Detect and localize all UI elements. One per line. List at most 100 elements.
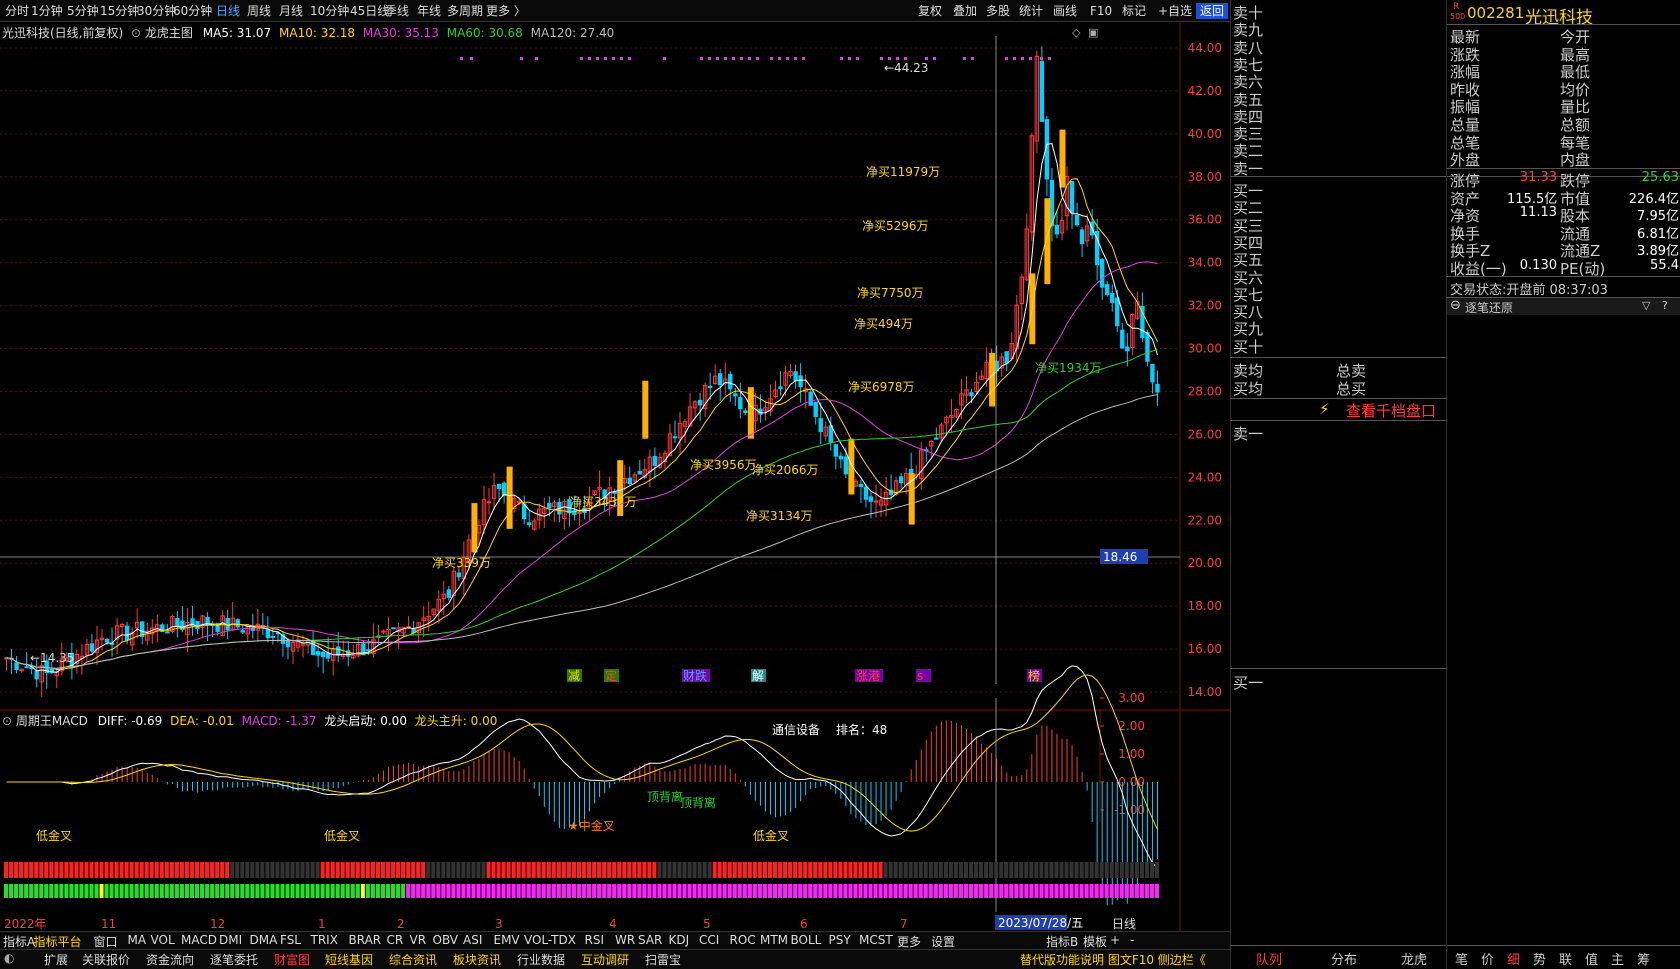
indicator-tab-27[interactable]: 更多 (897, 933, 921, 950)
toggle-icon[interactable]: ◐ (4, 951, 14, 965)
toolbar-btn-5[interactable]: F10 (1090, 3, 1112, 19)
period-tab-7[interactable]: 周线 (247, 3, 271, 19)
indicator-tab-18[interactable]: WR (615, 933, 635, 947)
kline-chart[interactable]: 44.0042.0040.0038.0036.0034.0032.0030.00… (0, 22, 1230, 932)
indicator-right-1[interactable]: 模板 (1083, 933, 1107, 950)
ext-tab-1[interactable]: 关联报价 (82, 951, 130, 968)
ext-tab-9[interactable]: 互动调研 (581, 951, 629, 968)
period-tab-10[interactable]: 45日线 (350, 3, 389, 19)
ext-tab-10[interactable]: 扫雷宝 (645, 951, 681, 968)
diamond-icon[interactable]: ◇ (1072, 26, 1081, 39)
ext-tab-7[interactable]: 板块资讯 (453, 951, 501, 968)
event-label[interactable]: 涨港 (856, 668, 880, 683)
event-label[interactable]: s (917, 669, 923, 683)
ext-tab-6[interactable]: 综合资讯 (389, 951, 437, 968)
right-bottom-tab-0[interactable]: 队列 (1256, 949, 1282, 968)
indicator-tab-12[interactable]: VR (410, 933, 427, 947)
indicator-tab-8[interactable]: FSL (280, 933, 301, 947)
event-label[interactable]: 解 (752, 669, 764, 683)
right-bottom-tab-2[interactable]: 龙虎 (1401, 949, 1427, 968)
indicator-tab-10[interactable]: BRAR (349, 933, 382, 947)
period-tab-9[interactable]: 10分钟 (310, 3, 349, 19)
ext-tab-3[interactable]: 逐笔委托 (210, 951, 258, 968)
toolbar-btn-8[interactable]: 返回 (1196, 3, 1229, 19)
macd-name[interactable]: 周期王MACD (16, 714, 88, 728)
indicator-tab-13[interactable]: OBV (433, 933, 459, 947)
event-label[interactable]: 定 (605, 668, 617, 683)
indicator-tab-4[interactable]: VOL (151, 933, 175, 947)
toolbar-btn-4[interactable]: 画线 (1053, 3, 1077, 19)
period-tab-14[interactable]: 更多 〉 (486, 3, 526, 19)
period-tab-4[interactable]: 30分钟 (137, 3, 176, 19)
indicator-tab-26[interactable]: MCST (859, 933, 893, 947)
detail-tab-6[interactable]: 主 (1611, 949, 1624, 968)
event-label[interactable]: 减 (568, 669, 580, 683)
ext-tab-0[interactable]: 扩展 (44, 951, 68, 968)
indicator-tab-5[interactable]: MACD (181, 933, 217, 947)
window-icon[interactable]: ▣ (1088, 26, 1098, 39)
detail-tab-4[interactable]: 联 (1559, 949, 1572, 968)
toolbar-btn-3[interactable]: 统计 (1019, 3, 1043, 19)
indicator-tab-11[interactable]: CR (387, 933, 404, 947)
indicator-tab-22[interactable]: ROC (730, 933, 756, 947)
indicator-tab-19[interactable]: SAR (638, 933, 662, 947)
indicator-right-3[interactable]: - (1130, 933, 1134, 947)
event-label[interactable]: 财跌 (683, 668, 707, 683)
tick-toggle-icon[interactable]: ⊖ (1450, 298, 1461, 313)
depth-sell-one[interactable]: 卖一 (1233, 423, 1263, 444)
ext-tab-2[interactable]: 资金流向 (146, 951, 194, 968)
period-tab-6[interactable]: 日线 (216, 3, 240, 19)
indicator-tab-28[interactable]: 设置 (931, 933, 955, 950)
indicator-tab-17[interactable]: RSI (585, 933, 605, 947)
detail-tab-1[interactable]: 价 (1481, 949, 1494, 968)
indicator-tab-0[interactable]: 指标A (3, 933, 35, 950)
side-links[interactable]: 替代版功能说明 图文F10 侧边栏《 (1020, 951, 1206, 968)
ext-tab-8[interactable]: 行业数据 (517, 951, 565, 968)
indicator-tab-15[interactable]: EMV (494, 933, 520, 947)
indicator-tab-14[interactable]: ASI (463, 933, 482, 947)
macd-icon[interactable]: ⊙ (2, 714, 12, 728)
toolbar-btn-7[interactable]: +自选 (1158, 3, 1192, 19)
tick-title[interactable]: 逐笔还原 (1465, 299, 1513, 316)
detail-tab-7[interactable]: 筹 (1637, 949, 1650, 968)
indicator-tab-24[interactable]: BOLL (791, 933, 822, 947)
buy-level-10[interactable]: 买十 (1233, 336, 1263, 357)
detail-tab-2[interactable]: 细 (1507, 949, 1520, 968)
indicator-tab-23[interactable]: MTM (760, 933, 788, 947)
period-tab-8[interactable]: 月线 (279, 3, 303, 19)
ext-tab-5[interactable]: 短线基因 (325, 951, 373, 968)
detail-tab-0[interactable]: 笔 (1455, 949, 1468, 968)
period-tab-13[interactable]: 多周期 (447, 3, 483, 19)
help-icon[interactable]: ? (1662, 299, 1668, 312)
indicator-tab-21[interactable]: CCI (699, 933, 719, 947)
detail-tab-5[interactable]: 值 (1585, 949, 1598, 968)
chart-area[interactable]: 44.00 42.00 40.00 38.00 36.00 34.00 32.00 30.00… (0, 22, 1230, 932)
detail-tab-3[interactable]: 势 (1533, 949, 1546, 968)
indicator-tab-6[interactable]: DMI (219, 933, 242, 947)
ten-level-link[interactable]: 查看千档盘口 (1346, 400, 1436, 421)
toolbar-btn-1[interactable]: 叠加 (953, 3, 977, 19)
indicator-tab-9[interactable]: TRIX (311, 933, 338, 947)
period-tab-5[interactable]: 60分钟 (173, 3, 212, 19)
indicator-icon[interactable]: ⊙ (131, 26, 141, 40)
indicator-tab-2[interactable]: 窗口 (94, 933, 118, 950)
indicator-tab-25[interactable]: PSY (829, 933, 851, 947)
period-tab-3[interactable]: 15分钟 (100, 3, 139, 19)
period-tab-1[interactable]: 1分钟 (31, 3, 63, 19)
period-tab-2[interactable]: 5分钟 (67, 3, 99, 19)
main-indicator-name[interactable]: 龙虎主图 (145, 26, 193, 40)
indicator-tab-16[interactable]: VOL-TDX (524, 933, 576, 947)
period-tab-0[interactable]: 分时 (5, 3, 29, 19)
depth-buy-one[interactable]: 买一 (1233, 672, 1263, 693)
toolbar-btn-0[interactable]: 复权 (918, 3, 942, 19)
ext-tab-4[interactable]: 财富图 (274, 951, 310, 968)
period-tab-11[interactable]: 季线 (385, 3, 409, 19)
indicator-right-0[interactable]: 指标B (1046, 933, 1078, 950)
indicator-tab-7[interactable]: DMA (250, 933, 278, 947)
toolbar-btn-6[interactable]: 标记 (1122, 3, 1146, 19)
indicator-right-2[interactable]: + (1110, 933, 1120, 947)
toolbar-btn-2[interactable]: 多股 (986, 3, 1010, 19)
indicator-tab-1[interactable]: 指标平台 (34, 933, 82, 950)
period-tab-12[interactable]: 年线 (417, 3, 441, 19)
indicator-tab-3[interactable]: MA (128, 933, 147, 947)
